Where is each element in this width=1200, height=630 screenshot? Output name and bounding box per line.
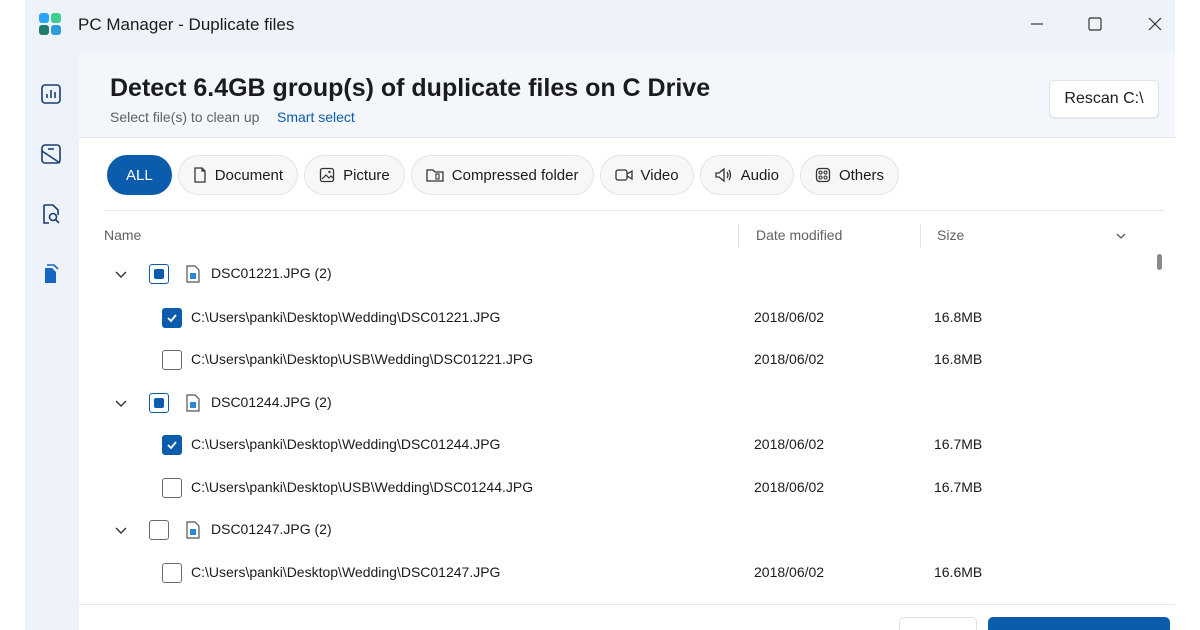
file-date: 2018/06/02 [754,436,825,452]
table-divider [104,210,1164,211]
close-button[interactable] [1143,12,1167,36]
storage-icon [41,144,61,164]
file-search-icon [43,204,60,224]
filter-video-label: Video [640,166,679,184]
sidebar [25,50,79,630]
filter-audio[interactable]: Audio [699,155,794,195]
main-content: Detect 6.4GB group(s) of duplicate files… [79,52,1175,630]
file-size: 16.8MB [934,309,983,325]
chevron-down-icon[interactable] [114,523,128,537]
footer-secondary-button[interactable] [899,617,977,630]
compressed-folder-icon [426,169,444,182]
file-path: C:\Users\panki\Desktop\Wedding\DSC01244.… [191,436,501,452]
column-divider[interactable] [738,224,739,248]
header: Detect 6.4GB group(s) of duplicate files… [79,52,1175,138]
minimize-button[interactable] [1025,12,1049,36]
group-checkbox[interactable] [149,520,169,540]
group-name: DSC01244.JPG (2) [211,394,332,410]
file-date: 2018/06/02 [754,309,825,325]
sidebar-item-storage[interactable] [39,142,63,166]
subtitle: Select file(s) to clean up [110,109,260,125]
file-row[interactable]: C:\Users\panki\Desktop\USB\Wedding\DSC01… [79,468,1169,508]
filter-compressed-label: Compressed folder [451,166,579,184]
file-size: 16.8MB [934,351,983,367]
rescan-button[interactable]: Rescan C:\ [1049,80,1159,118]
file-size: 16.7MB [934,479,983,495]
file-path: C:\Users\panki\Desktop\Wedding\DSC01247.… [191,564,501,580]
file-row[interactable]: C:\Users\panki\Desktop\Wedding\DSC01244.… [79,425,1169,465]
maximize-button[interactable] [1083,12,1107,36]
file-row[interactable]: C:\Users\panki\Desktop\USB\Wedding\DSC01… [79,340,1169,380]
column-header-date[interactable]: Date modified [756,227,842,243]
filter-picture-label: Picture [343,166,390,184]
file-date: 2018/06/02 [754,564,825,580]
chevron-down-icon[interactable] [114,396,128,410]
picture-icon [319,167,335,183]
sidebar-item-performance[interactable] [39,82,63,106]
group-checkbox[interactable] [149,264,169,284]
document-icon [194,167,206,183]
file-size: 16.6MB [934,564,983,580]
column-divider[interactable] [920,224,921,248]
file-checkbox[interactable] [162,563,182,583]
duplicate-files-icon [45,264,59,283]
file-row[interactable]: C:\Users\panki\Desktop\Wedding\DSC01247.… [79,553,1169,593]
file-checkbox[interactable] [162,350,182,370]
checkmark-icon [167,441,177,450]
file-path: C:\Users\panki\Desktop\USB\Wedding\DSC01… [191,479,534,495]
filter-compressed-folder[interactable]: Compressed folder [410,155,594,195]
filter-document[interactable]: Document [177,155,299,195]
sort-chevron-down-icon[interactable] [1115,230,1127,242]
sidebar-item-duplicate-files[interactable] [39,262,63,286]
file-checkbox[interactable] [162,308,182,328]
filter-others-label: Others [838,166,884,184]
group-name: DSC01247.JPG (2) [211,521,332,537]
image-file-icon [186,265,200,283]
filter-all[interactable]: ALL [107,155,172,195]
group-row[interactable]: DSC01244.JPG (2) [79,383,1169,423]
chevron-down-icon[interactable] [114,267,128,281]
file-date: 2018/06/02 [754,351,825,367]
file-checkbox[interactable] [162,435,182,455]
minimize-icon [1031,23,1043,25]
filter-all-label: ALL [126,166,153,184]
file-checkbox[interactable] [162,478,182,498]
filter-others[interactable]: Others [799,155,899,195]
column-header-size[interactable]: Size [937,227,964,243]
file-date: 2018/06/02 [754,479,825,495]
window-title: PC Manager - Duplicate files [78,15,295,34]
filter-video[interactable]: Video [599,155,694,195]
group-checkbox[interactable] [149,393,169,413]
image-file-icon [186,521,200,539]
file-path: C:\Users\panki\Desktop\USB\Wedding\DSC01… [191,351,534,367]
others-icon [815,167,831,183]
sidebar-item-file-search[interactable] [39,202,63,226]
chart-icon [41,84,61,104]
filter-document-label: Document [214,166,284,184]
title-bar: PC Manager - Duplicate files [25,0,1175,50]
smart-select-link[interactable]: Smart select [277,109,355,125]
footer-primary-button[interactable] [988,617,1170,630]
group-row[interactable]: DSC01221.JPG (2) [79,254,1169,294]
pc-manager-logo-icon [38,12,62,36]
video-icon [614,169,633,181]
page-title: Detect 6.4GB group(s) of duplicate files… [110,74,711,102]
filter-picture[interactable]: Picture [304,155,405,195]
checkmark-icon [167,314,177,323]
audio-icon [714,167,731,183]
group-name: DSC01221.JPG (2) [211,265,332,281]
pc-manager-window: PC Manager - Duplicate files Detect 6.4G… [25,0,1175,630]
file-path: C:\Users\panki\Desktop\Wedding\DSC01221.… [191,309,501,325]
group-row[interactable]: DSC01247.JPG (2) [79,510,1169,550]
image-file-icon [186,394,200,412]
maximize-icon [1088,17,1102,31]
column-header-name[interactable]: Name [104,227,141,243]
file-row[interactable]: C:\Users\panki\Desktop\Wedding\DSC01221.… [79,298,1169,338]
close-icon [1148,17,1162,31]
file-size: 16.7MB [934,436,983,452]
filter-audio-label: Audio [740,166,779,184]
filter-chips: ALL Document Picture Compressed folder V… [107,155,899,195]
